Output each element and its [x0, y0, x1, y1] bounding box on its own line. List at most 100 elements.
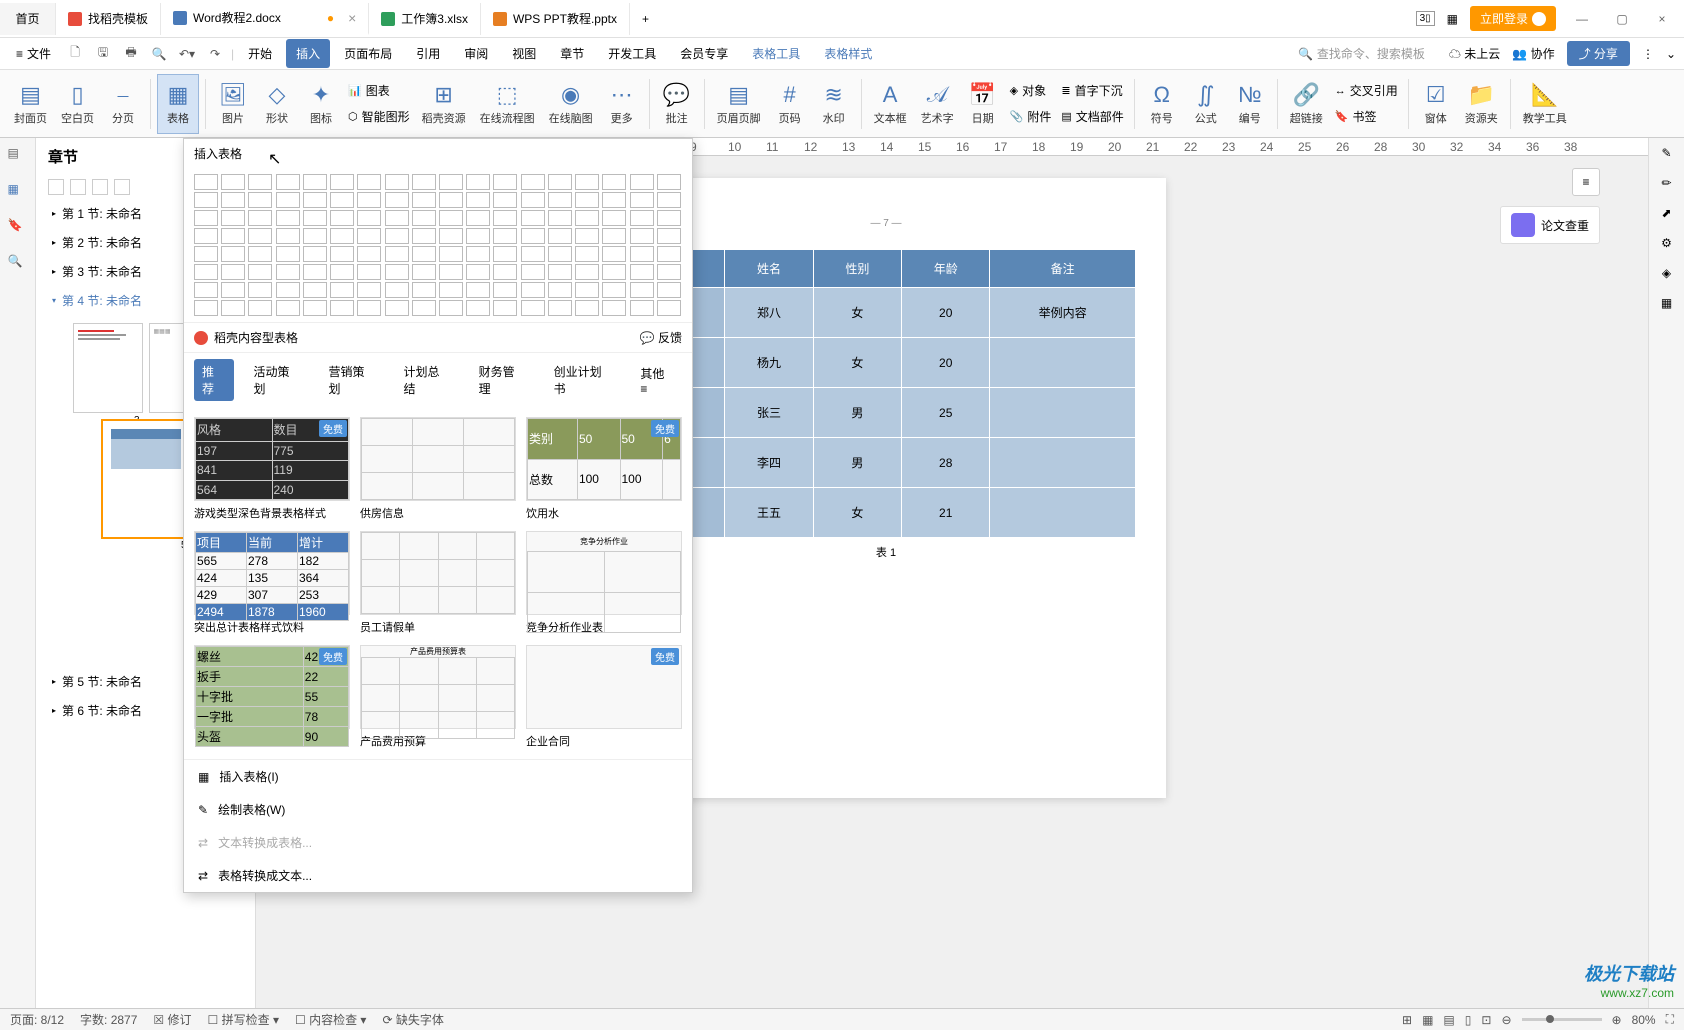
- chart-button[interactable]: 📊 图表: [348, 80, 410, 102]
- grid-cell[interactable]: [439, 300, 463, 316]
- grid-cell[interactable]: [330, 300, 354, 316]
- form-button[interactable]: ☑窗体: [1415, 74, 1457, 134]
- grid-cell[interactable]: [303, 246, 327, 262]
- maximize-button[interactable]: ▢: [1608, 5, 1636, 33]
- grid-cell[interactable]: [521, 300, 545, 316]
- grid-cell[interactable]: [194, 228, 218, 244]
- resource-button[interactable]: ⊞稻壳资源: [416, 74, 472, 134]
- grid-cell[interactable]: [221, 282, 245, 298]
- grid-cell[interactable]: [357, 192, 381, 208]
- mindmap-button[interactable]: ◉在线脑图: [543, 74, 599, 134]
- more-icon[interactable]: ⋮: [1642, 47, 1654, 61]
- comment-button[interactable]: 💬批注: [656, 74, 698, 134]
- grid-cell[interactable]: [194, 300, 218, 316]
- grid-cell[interactable]: [357, 300, 381, 316]
- tab-excel-doc[interactable]: 工作簿3.xlsx: [369, 3, 481, 35]
- page-break-button[interactable]: ⎯分页: [102, 74, 144, 134]
- page-number-button[interactable]: #页码: [769, 74, 811, 134]
- grid-cell[interactable]: [493, 174, 517, 190]
- menu-table-style[interactable]: 表格样式: [814, 39, 882, 68]
- minimize-button[interactable]: —: [1568, 5, 1596, 33]
- grid-cell[interactable]: [439, 264, 463, 280]
- grid-cell[interactable]: [657, 246, 681, 262]
- menu-start[interactable]: 开始: [238, 39, 282, 68]
- grid-cell[interactable]: [575, 228, 599, 244]
- grid-cell[interactable]: [548, 264, 572, 280]
- grid-cell[interactable]: [221, 300, 245, 316]
- grid-cell[interactable]: [521, 246, 545, 262]
- tool-icon-2[interactable]: ✏: [1661, 176, 1671, 190]
- grid-cell[interactable]: [221, 192, 245, 208]
- grid-cell[interactable]: [412, 192, 436, 208]
- menu-insert[interactable]: 插入: [286, 39, 330, 68]
- template-6[interactable]: 竞争分析作业竞争分析作业表: [526, 531, 682, 635]
- grid-cell[interactable]: [385, 282, 409, 298]
- grid-cell[interactable]: [248, 282, 272, 298]
- grid-cell[interactable]: [330, 264, 354, 280]
- grid-cell[interactable]: [439, 246, 463, 262]
- print-icon[interactable]: 🖶: [119, 42, 143, 66]
- dropcap-button[interactable]: ≣ 首字下沉: [1061, 80, 1123, 102]
- grid-cell[interactable]: [248, 300, 272, 316]
- template-8[interactable]: 产品费用预算表产品费用预算: [360, 645, 516, 749]
- word-count[interactable]: 字数: 2877: [80, 1011, 137, 1028]
- menu-devtools[interactable]: 开发工具: [598, 39, 666, 68]
- collapse-button[interactable]: ≡: [1572, 168, 1600, 196]
- view-mode-3[interactable]: ▤: [1443, 1013, 1454, 1027]
- outline-icon[interactable]: ▤: [8, 146, 28, 166]
- grid-cell[interactable]: [575, 300, 599, 316]
- grid-cell[interactable]: [221, 246, 245, 262]
- grid-cell[interactable]: [412, 264, 436, 280]
- grid-cell[interactable]: [439, 174, 463, 190]
- content-check-status[interactable]: ☐ 内容检查 ▾: [295, 1011, 366, 1028]
- grid-cell[interactable]: [303, 264, 327, 280]
- grid-cell[interactable]: [602, 210, 626, 226]
- page-thumb-3[interactable]: 3: [73, 323, 143, 413]
- grid-cell[interactable]: [276, 228, 300, 244]
- zoom-fit[interactable]: ⊡: [1481, 1013, 1491, 1027]
- grid-cell[interactable]: [330, 210, 354, 226]
- table-grid-selector[interactable]: [184, 168, 692, 322]
- grid-cell[interactable]: [548, 282, 572, 298]
- menu-view[interactable]: 视图: [502, 39, 546, 68]
- grid-cell[interactable]: [548, 210, 572, 226]
- header-footer-button[interactable]: ▤页眉页脚: [711, 74, 767, 134]
- view-mode-4[interactable]: ▯: [1465, 1013, 1472, 1027]
- cat-business[interactable]: 创业计划书: [546, 359, 621, 401]
- grid-cell[interactable]: [466, 282, 490, 298]
- grid-cell[interactable]: [521, 264, 545, 280]
- grid-cell[interactable]: [657, 174, 681, 190]
- menu-review[interactable]: 审阅: [454, 39, 498, 68]
- more-button[interactable]: ⋯更多: [601, 74, 643, 134]
- grid-cell[interactable]: [412, 174, 436, 190]
- grid-cell[interactable]: [548, 300, 572, 316]
- grid-cell[interactable]: [385, 246, 409, 262]
- grid-cell[interactable]: [657, 282, 681, 298]
- object-button[interactable]: ◈ 对象: [1010, 80, 1052, 102]
- grid-cell[interactable]: [466, 264, 490, 280]
- close-icon[interactable]: ×: [348, 10, 356, 26]
- document-table[interactable]: 编号姓名性别年龄备注 01郑八女20举例内容02杨九女2003张三男2504李四…: [636, 249, 1136, 538]
- grid-cell[interactable]: [602, 264, 626, 280]
- grid-cell[interactable]: [521, 228, 545, 244]
- grid-cell[interactable]: [466, 210, 490, 226]
- tab-word-doc[interactable]: Word教程2.docx ● ×: [161, 3, 369, 35]
- zoom-in[interactable]: ⊕: [1612, 1013, 1622, 1027]
- grid-cell[interactable]: [493, 210, 517, 226]
- cat-recommend[interactable]: 推荐: [194, 359, 234, 401]
- grid-cell[interactable]: [602, 282, 626, 298]
- grid-cell[interactable]: [439, 192, 463, 208]
- grid-cell[interactable]: [385, 192, 409, 208]
- grid-cell[interactable]: [630, 264, 654, 280]
- grid-cell[interactable]: [248, 210, 272, 226]
- date-button[interactable]: 📅日期: [962, 74, 1004, 134]
- grid-cell[interactable]: [357, 210, 381, 226]
- grid-cell[interactable]: [602, 228, 626, 244]
- template-9[interactable]: 免费企业合同: [526, 645, 682, 749]
- icon-button[interactable]: ✦图标: [300, 74, 342, 134]
- grid-cell[interactable]: [385, 174, 409, 190]
- grid-cell[interactable]: [630, 282, 654, 298]
- attachment-button[interactable]: 📎 附件: [1010, 106, 1052, 128]
- grid-cell[interactable]: [276, 192, 300, 208]
- grid-cell[interactable]: [630, 228, 654, 244]
